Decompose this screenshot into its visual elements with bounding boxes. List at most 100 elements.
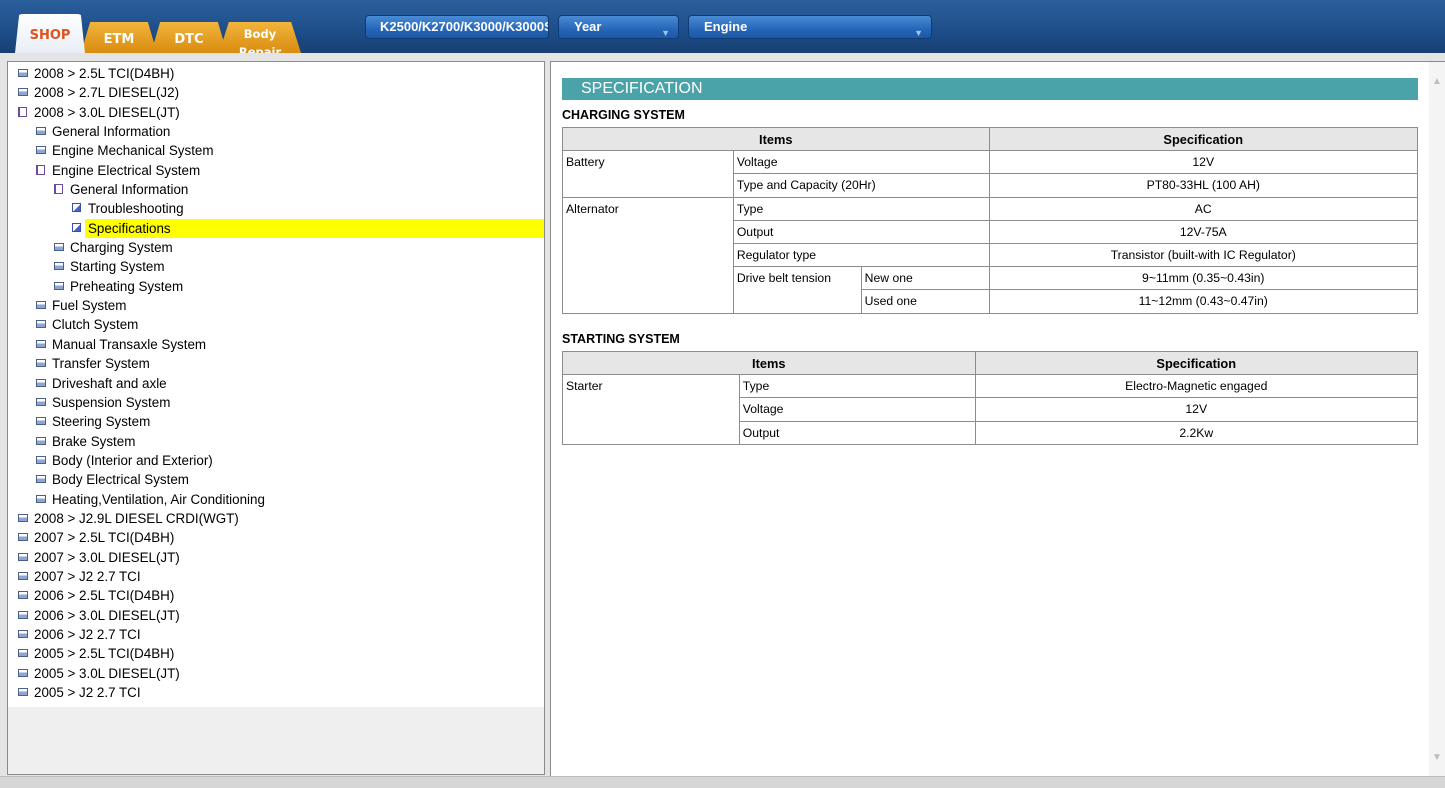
table-header-row: Items Specification <box>562 350 1419 376</box>
tree-item[interactable]: Starting System <box>8 257 544 276</box>
tree-item[interactable]: 2008 > 2.5L TCI(D4BH) <box>8 64 544 83</box>
column-header-items: Items <box>562 126 990 152</box>
open-book-icon <box>36 164 45 175</box>
tree-item[interactable]: 2006 > J2 2.7 TCI <box>8 625 544 644</box>
tree-item[interactable]: Specifications <box>8 218 544 238</box>
scroll-up-icon[interactable]: ▲ <box>1432 76 1442 87</box>
tree-item-label: Suspension System <box>52 394 171 410</box>
tree-item[interactable]: 2006 > 2.5L TCI(D4BH) <box>8 586 544 605</box>
tree-item[interactable]: Heating,Ventilation, Air Conditioning <box>8 490 544 509</box>
row-group-battery: Battery <box>562 150 734 198</box>
scroll-down-icon[interactable]: ▼ <box>1432 752 1442 763</box>
book-icon <box>18 591 28 600</box>
tree-item[interactable]: Body (Interior and Exterior) <box>8 451 544 470</box>
item-cell: Voltage <box>738 397 976 422</box>
tree-item[interactable]: Suspension System <box>8 393 544 412</box>
tree-item[interactable]: Preheating System <box>8 277 544 296</box>
tab-etm[interactable]: ETM <box>81 22 157 53</box>
book-icon <box>36 494 46 503</box>
tree-item-label: Driveshaft and axle <box>52 375 167 391</box>
tree-item[interactable]: 2005 > 2.5L TCI(D4BH) <box>8 644 544 663</box>
tree-item[interactable]: Brake System <box>8 432 544 451</box>
tree-item-label: 2005 > J2 2.7 TCI <box>34 685 141 700</box>
charging-section-title: CHARGING SYSTEM <box>562 108 685 122</box>
status-bar <box>0 776 1445 788</box>
tree-item[interactable]: Engine Electrical System <box>8 161 544 180</box>
table-row: Alternator Type AC <box>562 196 1419 314</box>
tree-item[interactable]: General Information <box>8 122 544 141</box>
item-cell: Type and Capacity (20Hr) <box>732 173 990 198</box>
tree-item-label: General Information <box>52 124 171 140</box>
book-icon <box>36 359 46 368</box>
spec-cell: 11~12mm (0.43~0.47in) <box>988 289 1419 314</box>
tree-item[interactable]: General Information <box>8 180 544 199</box>
charging-spec-table: Items Specification Battery Voltage 12V … <box>562 126 1419 314</box>
tree-item-label: Body (Interior and Exterior) <box>52 452 213 468</box>
starting-spec-table: Items Specification Starter Type Electro… <box>562 350 1419 445</box>
item-cell: Regulator type <box>732 242 990 268</box>
book-icon <box>18 571 28 580</box>
tree-item-label: Engine Mechanical System <box>52 143 214 159</box>
tree-item[interactable]: 2005 > J2 2.7 TCI <box>8 683 544 702</box>
tree-item[interactable]: 2008 > J2.9L DIESEL CRDI(WGT) <box>8 509 544 528</box>
model-select[interactable]: K2500/K2700/K3000/K3000S( <box>365 15 549 39</box>
row-group-starter: Starter <box>562 374 740 445</box>
column-header-specification: Specification <box>974 350 1419 376</box>
spec-cell: AC <box>988 196 1419 221</box>
tree-item[interactable]: 2005 > 3.0L DIESEL(JT) <box>8 664 544 683</box>
tree-item-label: Brake System <box>52 433 136 449</box>
chevron-down-icon: ▼ <box>914 28 923 38</box>
tree-item[interactable]: Manual Transaxle System <box>8 335 544 354</box>
spec-cell: Electro-Magnetic engaged <box>974 374 1419 399</box>
column-header-specification: Specification <box>988 126 1419 152</box>
item-cell: Type <box>738 374 976 399</box>
tree-item[interactable]: Troubleshooting <box>8 199 544 218</box>
tree-item[interactable]: Transfer System <box>8 354 544 373</box>
tree-item-label: Heating,Ventilation, Air Conditioning <box>52 491 265 507</box>
navigation-tree-panel: 2008 > 2.5L TCI(D4BH) 2008 > 2.7L DIESEL(… <box>7 61 545 775</box>
tab-body-repair[interactable]: Body Repair <box>219 22 301 53</box>
tree-item[interactable]: 2006 > 3.0L DIESEL(JT) <box>8 606 544 625</box>
tree-item-label: Clutch System <box>52 317 139 333</box>
item-cell: Type <box>732 196 990 221</box>
tab-shop[interactable]: SHOP <box>15 14 85 53</box>
tab-dtc[interactable]: DTC <box>151 22 227 53</box>
tree-item-label: 2008 > 2.5L TCI(D4BH) <box>34 66 175 81</box>
engine-select[interactable]: Engine ▼ <box>688 15 932 39</box>
tree-item[interactable]: Body Electrical System <box>8 470 544 489</box>
tree-item-label: 2005 > 3.0L DIESEL(JT) <box>34 665 180 681</box>
sub-item-cell: New one <box>860 266 990 291</box>
tree-item[interactable]: Steering System <box>8 412 544 431</box>
tree-item[interactable]: 2007 > 3.0L DIESEL(JT) <box>8 548 544 567</box>
spec-cell: 12V <box>988 150 1419 175</box>
book-icon <box>36 378 46 387</box>
tree-item[interactable]: Engine Mechanical System <box>8 141 544 160</box>
book-icon <box>18 88 28 97</box>
spec-cell: PT80-33HL (100 AH) <box>988 173 1419 198</box>
row-group-alternator: Alternator <box>562 196 734 314</box>
vertical-scrollbar[interactable]: ▲ ▼ <box>1429 62 1445 776</box>
tree-item[interactable]: 2007 > J2 2.7 TCI <box>8 567 544 586</box>
tree-item[interactable]: 2008 > 3.0L DIESEL(JT) <box>8 103 544 122</box>
tree-item-label: 2006 > 2.5L TCI(D4BH) <box>34 588 175 604</box>
column-header-items: Items <box>562 350 976 376</box>
book-icon <box>18 552 28 561</box>
book-icon <box>36 320 46 329</box>
tree-item[interactable]: Clutch System <box>8 315 544 334</box>
tree-item-label: Engine Electrical System <box>52 162 201 178</box>
book-icon <box>18 629 28 638</box>
book-icon <box>36 455 46 464</box>
tree-item-label: Manual Transaxle System <box>52 336 207 352</box>
spec-cell: 2.2Kw <box>974 420 1419 445</box>
tree-item[interactable]: 2008 > 2.7L DIESEL(J2) <box>8 83 544 102</box>
tree-item[interactable]: Charging System <box>8 238 544 257</box>
sub-item-cell: Used one <box>860 289 990 314</box>
item-cell: Drive belt tension <box>732 266 862 314</box>
tree-item[interactable]: Driveshaft and axle <box>8 374 544 393</box>
book-icon <box>18 688 28 696</box>
book-icon <box>36 146 46 155</box>
tree-item[interactable]: Fuel System <box>8 296 544 315</box>
year-select[interactable]: Year ▼ <box>558 15 679 39</box>
tree-item[interactable]: 2007 > 2.5L TCI(D4BH) <box>8 528 544 547</box>
tree-item-label: Preheating System <box>70 278 184 294</box>
